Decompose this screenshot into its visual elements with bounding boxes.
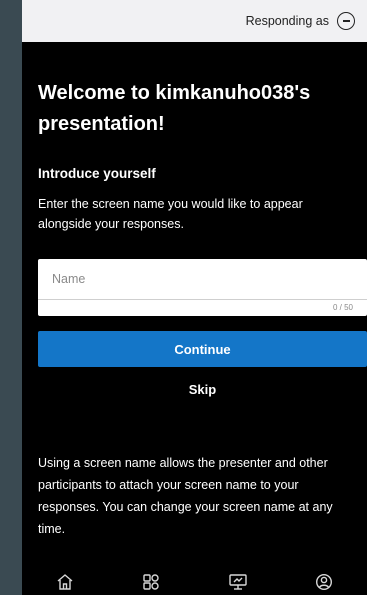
presentation-icon[interactable] [226, 571, 250, 593]
screen-name-note: Using a screen name allows the presenter… [38, 456, 333, 536]
responding-as-label: Responding as [245, 14, 329, 28]
top-bar: Responding as [22, 0, 367, 42]
name-input[interactable] [38, 259, 367, 299]
bottom-nav [22, 568, 367, 595]
minus-circle-icon[interactable] [337, 12, 355, 30]
skip-link[interactable]: Skip [38, 382, 367, 397]
profile-icon[interactable] [312, 571, 336, 593]
welcome-title: Welcome to kimkanuho038's presentation! [38, 82, 311, 135]
intro-heading: Introduce yourself [38, 166, 156, 181]
field-divider [38, 299, 367, 300]
home-icon[interactable] [53, 571, 77, 593]
app-screen: Responding as Welcome to kimkanuho038's … [22, 0, 367, 595]
character-counter: 0 / 50 [332, 303, 353, 312]
name-field[interactable]: 0 / 50 [38, 259, 367, 316]
intro-description: Enter the screen name you would like to … [38, 197, 303, 231]
continue-button[interactable]: Continue [38, 331, 367, 367]
shapes-icon[interactable] [139, 571, 163, 593]
minus-dash [342, 20, 350, 22]
